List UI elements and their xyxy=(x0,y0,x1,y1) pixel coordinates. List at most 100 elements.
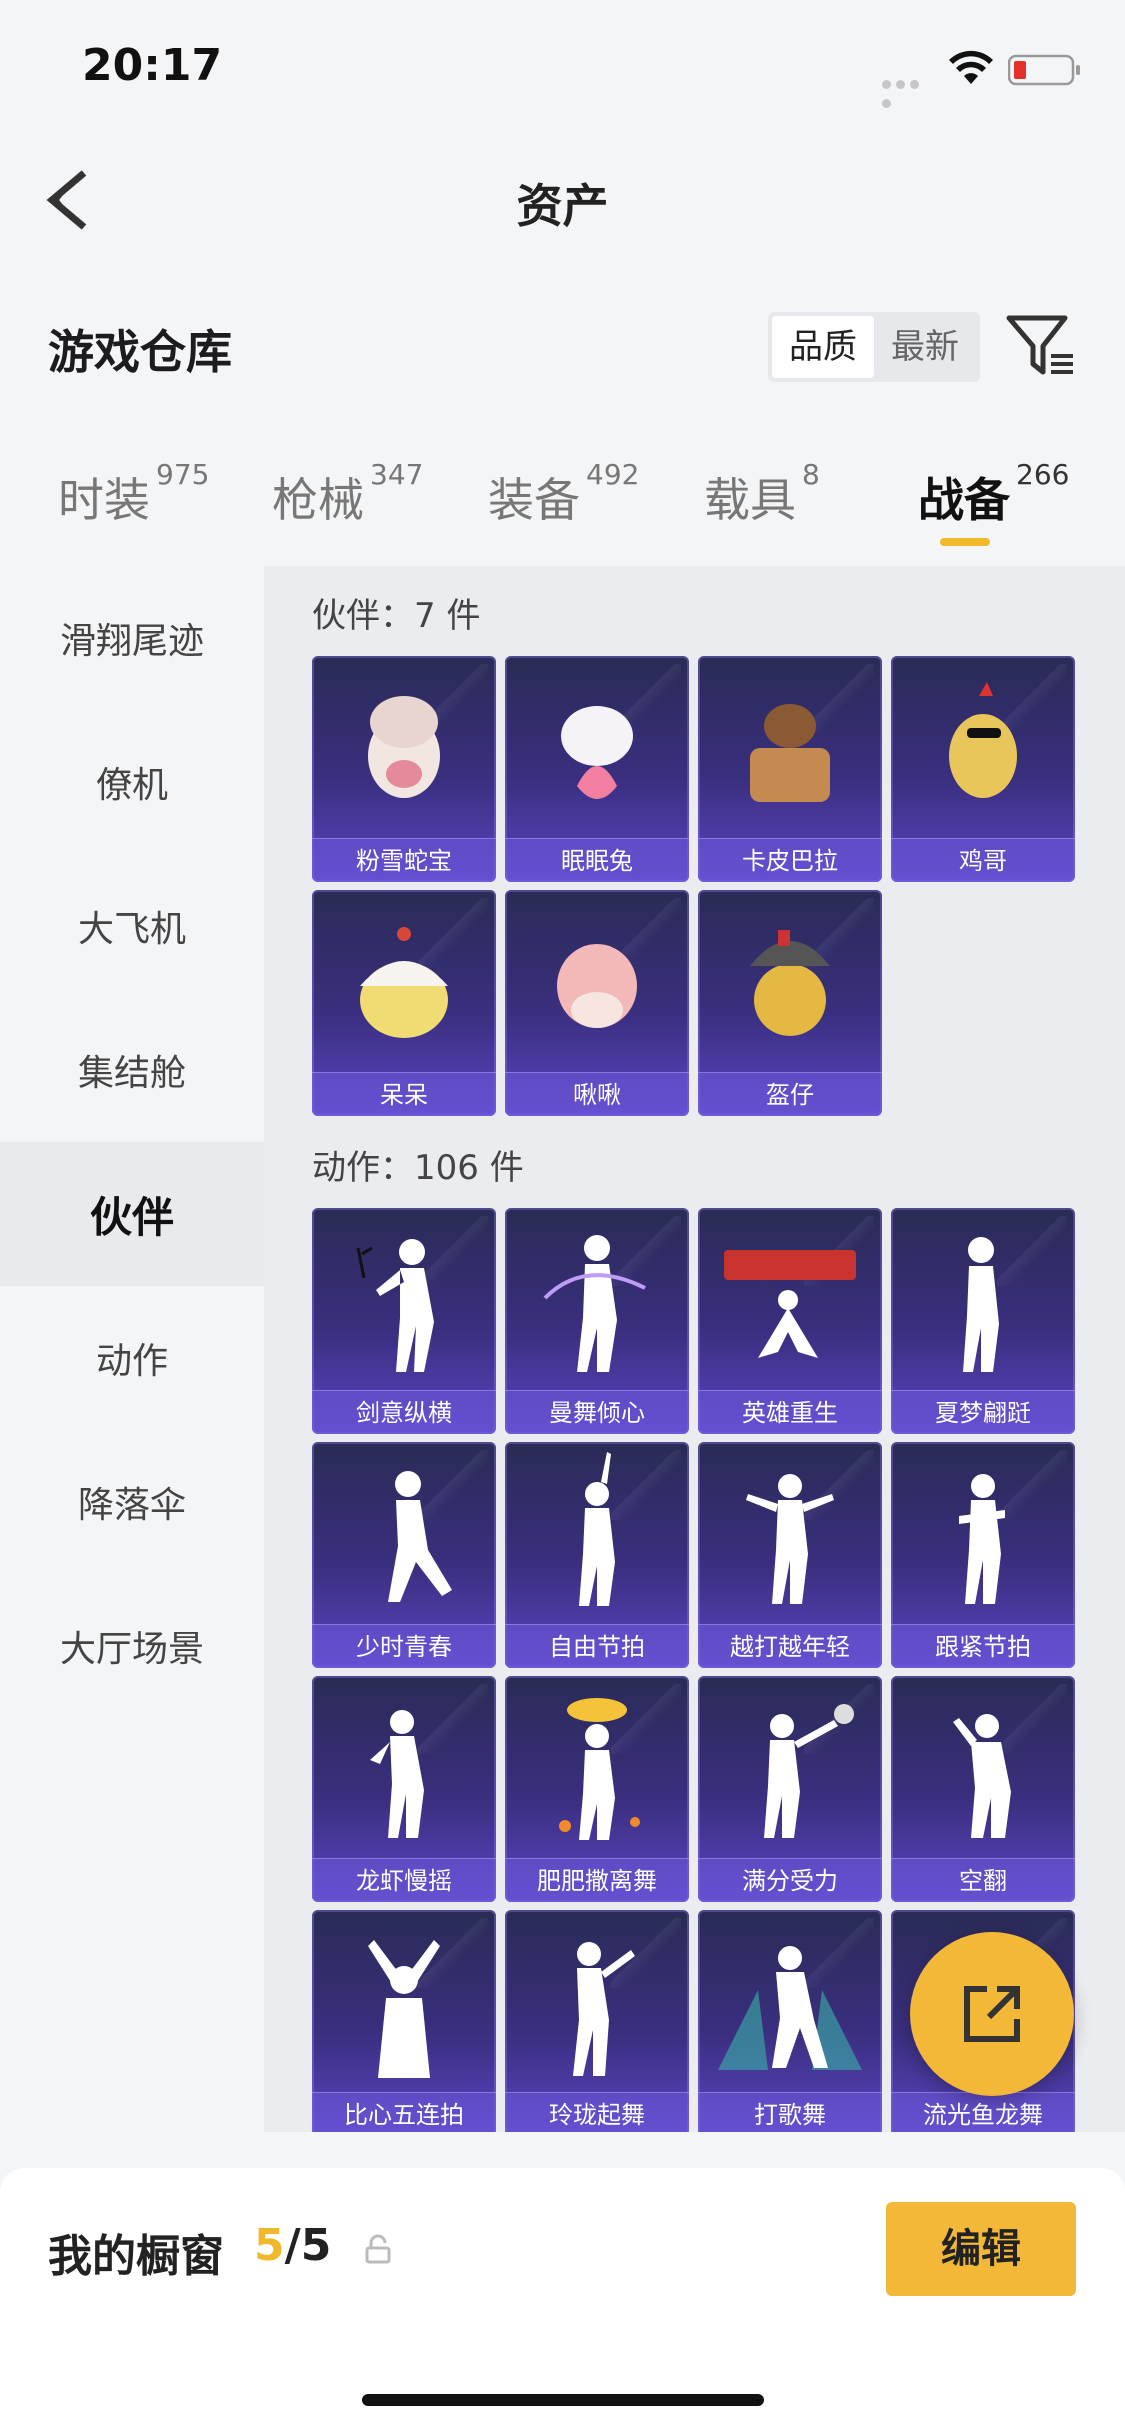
dancer-silhouette-icon xyxy=(718,1946,862,2070)
item-card[interactable]: 夏梦翩跹 xyxy=(891,1208,1075,1434)
item-card[interactable]: 龙虾慢摇 xyxy=(312,1676,496,1902)
dancer-silhouette-icon xyxy=(559,1698,640,1840)
sidebar-item-wingman[interactable]: 僚机 xyxy=(0,710,264,854)
companion-art-icon xyxy=(557,944,637,1028)
item-label: 流光鱼龙舞 xyxy=(891,2092,1075,2132)
item-label: 粉雪蛇宝 xyxy=(312,838,496,882)
item-label: 夏梦翩跹 xyxy=(891,1390,1075,1434)
item-card[interactable]: 啾啾 xyxy=(505,890,689,1116)
item-card[interactable]: 自由节拍 xyxy=(505,1442,689,1668)
companion-art-icon xyxy=(561,706,633,799)
sidebar-item-emote[interactable]: 动作 xyxy=(0,1286,264,1430)
tab-vehicles[interactable]: 载具 8 xyxy=(704,458,820,530)
sort-latest-option[interactable]: 最新 xyxy=(874,316,976,378)
nav-header: 资产 xyxy=(0,140,1125,260)
item-card[interactable]: 卡皮巴拉 xyxy=(698,656,882,882)
showcase-count: 5/5 xyxy=(254,2220,331,2271)
wifi-icon xyxy=(949,50,993,84)
item-card[interactable]: 鸡哥 xyxy=(891,656,1075,882)
item-label: 空翻 xyxy=(891,1858,1075,1902)
category-tabs: 时装 975 枪械 347 装备 492 载具 8 战备 266 xyxy=(0,456,1125,566)
tab-label: 装备 xyxy=(488,473,580,527)
active-tab-indicator xyxy=(940,538,990,546)
tab-battle-prep[interactable]: 战备 266 xyxy=(918,458,1069,530)
sort-quality-option[interactable]: 品质 xyxy=(772,316,874,378)
tab-equipment[interactable]: 装备 492 xyxy=(488,458,639,530)
showcase-title: 我的橱窗 xyxy=(48,2231,224,2282)
item-card[interactable]: 满分受力 xyxy=(698,1676,882,1902)
sort-toggle: 品质 最新 xyxy=(768,312,980,382)
status-time: 20:17 xyxy=(82,40,223,91)
item-label: 曼舞倾心 xyxy=(505,1390,689,1434)
item-card[interactable]: 呆呆 xyxy=(312,890,496,1116)
tab-fashion[interactable]: 时装 975 xyxy=(58,458,209,530)
item-card[interactable]: 比心五连拍 xyxy=(312,1910,496,2132)
item-label: 英雄重生 xyxy=(698,1390,882,1434)
sidebar-item-pod[interactable]: 集结舱 xyxy=(0,998,264,1142)
item-card[interactable]: 玲珑起舞 xyxy=(505,1910,689,2132)
item-card[interactable]: 空翻 xyxy=(891,1676,1075,1902)
item-label: 肥肥撒离舞 xyxy=(505,1858,689,1902)
dancer-silhouette-icon xyxy=(356,1239,434,1372)
warehouse-title: 游戏仓库 xyxy=(48,325,232,379)
companion-art-icon xyxy=(368,696,440,798)
item-label: 越打越年轻 xyxy=(698,1624,882,1668)
page-title: 资产 xyxy=(516,179,609,233)
tab-count: 8 xyxy=(802,458,820,491)
sidebar-item-companion[interactable]: 伙伴 xyxy=(0,1142,264,1286)
lock-icon xyxy=(365,2234,391,2264)
dancer-silhouette-icon xyxy=(953,1714,1011,1838)
status-bar: 20:17 xyxy=(0,0,1125,140)
dancer-silhouette-icon xyxy=(368,1940,440,2078)
item-card[interactable]: 剑意纵横 xyxy=(312,1208,496,1434)
item-label: 龙虾慢摇 xyxy=(312,1858,496,1902)
item-label: 比心五连拍 xyxy=(312,2092,496,2132)
tab-count: 492 xyxy=(586,458,640,491)
item-card[interactable]: 跟紧节拍 xyxy=(891,1442,1075,1668)
battery-icon xyxy=(1008,54,1080,86)
dancer-silhouette-icon xyxy=(579,1452,615,1606)
companion-art-icon xyxy=(750,704,830,802)
item-card[interactable]: 英雄重生 xyxy=(698,1208,882,1434)
sidebar-item-parachute[interactable]: 降落伞 xyxy=(0,1430,264,1574)
companion-art-icon xyxy=(360,927,448,1038)
edit-button[interactable]: 编辑 xyxy=(886,2202,1076,2296)
tab-label: 枪械 xyxy=(272,473,364,527)
tab-label: 战备 xyxy=(918,473,1010,527)
item-card[interactable]: 盔仔 xyxy=(698,890,882,1116)
dancer-silhouette-icon xyxy=(764,1704,854,1838)
sidebar-item-glide-trail[interactable]: 滑翔尾迹 xyxy=(0,566,264,710)
item-grid-area: 伙伴：7 件 粉雪蛇宝 眠眠兔 卡皮巴拉 鸡哥 呆呆 啾啾 盔仔 动作：106 … xyxy=(264,566,1125,2132)
tab-weapons[interactable]: 枪械 347 xyxy=(272,458,423,530)
item-card[interactable]: 越打越年轻 xyxy=(698,1442,882,1668)
item-label: 剑意纵横 xyxy=(312,1390,496,1434)
item-label: 眠眠兔 xyxy=(505,838,689,882)
sidebar-item-plane[interactable]: 大飞机 xyxy=(0,854,264,998)
item-label: 跟紧节拍 xyxy=(891,1624,1075,1668)
share-external-icon xyxy=(964,1986,1020,2042)
item-card[interactable]: 少时青春 xyxy=(312,1442,496,1668)
item-card[interactable]: 肥肥撒离舞 xyxy=(505,1676,689,1902)
showcase-total: /5 xyxy=(284,2220,332,2271)
tab-count: 347 xyxy=(370,458,424,491)
dancer-silhouette-icon xyxy=(370,1710,424,1838)
sidebar: 滑翔尾迹 僚机 大飞机 集结舱 伙伴 动作 降落伞 大厅场景 xyxy=(0,566,264,2132)
dancer-silhouette-icon xyxy=(746,1474,834,1604)
tab-count: 975 xyxy=(156,458,210,491)
filter-icon[interactable] xyxy=(1005,314,1077,380)
home-indicator xyxy=(362,2394,764,2406)
dancer-silhouette-icon xyxy=(388,1471,452,1602)
share-fab-button[interactable] xyxy=(910,1932,1074,2096)
companion-art-icon xyxy=(949,682,1017,798)
companion-art-icon xyxy=(750,930,830,1036)
group-title-companions: 伙伴：7 件 xyxy=(312,596,481,636)
item-card[interactable]: 曼舞倾心 xyxy=(505,1208,689,1434)
item-card[interactable]: 眠眠兔 xyxy=(505,656,689,882)
group-title-emotes: 动作：106 件 xyxy=(312,1148,524,1188)
item-label: 啾啾 xyxy=(505,1072,689,1116)
tab-count: 266 xyxy=(1016,458,1070,491)
sidebar-item-lobby-scene[interactable]: 大厅场景 xyxy=(0,1574,264,1718)
item-card[interactable]: 打歌舞 xyxy=(698,1910,882,2132)
item-label: 玲珑起舞 xyxy=(505,2092,689,2132)
item-card[interactable]: 粉雪蛇宝 xyxy=(312,656,496,882)
